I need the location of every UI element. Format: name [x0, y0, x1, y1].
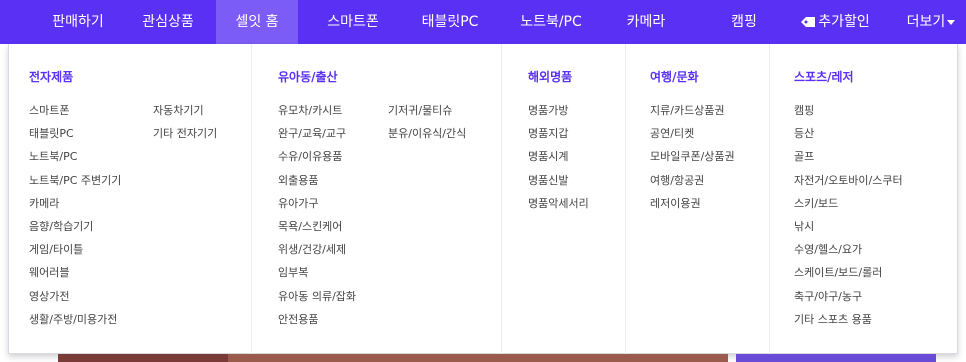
menu-link[interactable]: 웨어러블	[29, 266, 69, 280]
category-mega-menu: 전자제품 스마트폰 태블릿PC 노트북/PC 노트북/PC 주변기기 카메라 음…	[8, 44, 958, 354]
nav-item-favorites[interactable]: 관심상품	[128, 0, 208, 44]
menu-link[interactable]: 골프	[794, 150, 814, 164]
nav-item-more[interactable]: 더보기	[898, 0, 964, 44]
menu-link[interactable]: 기타 스포츠 용품	[794, 313, 872, 327]
menu-link[interactable]: 임부복	[278, 266, 308, 280]
menu-link[interactable]: 목욕/스킨케어	[278, 220, 342, 234]
menu-link[interactable]: 수영/헬스/요가	[794, 243, 862, 257]
nav-item-extra-discount[interactable]: 추가할인	[784, 0, 886, 44]
nav-label: 더보기	[906, 14, 946, 30]
background-banner-image	[228, 354, 728, 362]
menu-link[interactable]: 수유/이유용품	[278, 150, 342, 164]
menu-link[interactable]: 생활/주방/미용가전	[29, 313, 117, 327]
caret-down-icon	[947, 19, 956, 25]
background-banner-image	[736, 354, 936, 362]
menu-link[interactable]: 여행/항공권	[650, 174, 704, 188]
menu-column-electronics: 전자제품 스마트폰 태블릿PC 노트북/PC 노트북/PC 주변기기 카메라 음…	[9, 44, 251, 354]
nav-label: 태블릿PC	[421, 14, 479, 30]
menu-link[interactable]: 기타 전자기기	[153, 127, 217, 141]
nav-label: 노트북/PC	[520, 14, 582, 30]
menu-link[interactable]: 태블릿PC	[29, 127, 74, 141]
menu-link[interactable]: 게임/타이틀	[29, 243, 83, 257]
menu-column-travel: 여행/문화 지류/카드상품권 공연/티켓 모바일쿠폰/상품권 여행/항공권 레저…	[625, 44, 769, 354]
menu-column-title: 해외명품	[528, 70, 573, 84]
nav-item-smartphone[interactable]: 스마트폰	[316, 0, 390, 44]
menu-link[interactable]: 위생/건강/세제	[278, 243, 346, 257]
tag-icon	[801, 17, 816, 27]
menu-column-luxury: 해외명품 명품가방 명품지갑 명품시계 명품신발 명품악세서리	[501, 44, 625, 354]
nav-item-camera[interactable]: 카메라	[616, 0, 676, 44]
menu-link[interactable]: 영상가전	[29, 290, 69, 304]
menu-column-title: 여행/문화	[650, 70, 699, 84]
menu-link[interactable]: 유아동 의류/잡화	[278, 290, 356, 304]
menu-link[interactable]: 명품신발	[528, 174, 568, 188]
nav-label: 추가할인	[818, 14, 870, 30]
menu-link[interactable]: 유아가구	[278, 197, 318, 211]
menu-link[interactable]: 명품가방	[528, 104, 568, 118]
background-banner-image	[58, 354, 228, 362]
menu-column-title: 전자제품	[29, 70, 74, 84]
menu-link[interactable]: 등산	[794, 127, 814, 141]
nav-item-home[interactable]: 셀잇 홈	[216, 0, 298, 44]
nav-item-tablet[interactable]: 태블릿PC	[406, 0, 494, 44]
menu-link[interactable]: 노트북/PC	[29, 150, 77, 164]
menu-link[interactable]: 분유/이유식/간식	[388, 127, 466, 141]
menu-column-title: 스포츠/레저	[794, 70, 854, 84]
nav-label: 관심상품	[142, 14, 194, 30]
menu-link[interactable]: 낚시	[794, 220, 814, 234]
menu-link[interactable]: 명품악세서리	[528, 197, 589, 211]
nav-item-sell[interactable]: 판매하기	[40, 0, 116, 44]
nav-item-laptop[interactable]: 노트북/PC	[506, 0, 596, 44]
nav-label: 판매하기	[52, 14, 104, 30]
menu-link[interactable]: 축구/야구/농구	[794, 290, 862, 304]
menu-link[interactable]: 스키/보드	[794, 197, 838, 211]
menu-link[interactable]: 유모차/카시트	[278, 104, 342, 118]
menu-link[interactable]: 지류/카드상품권	[650, 104, 725, 118]
menu-link[interactable]: 자전거/오토바이/스쿠터	[794, 174, 903, 188]
nav-item-camping[interactable]: 캠핑	[722, 0, 766, 44]
menu-column-sports: 스포츠/레저 캠핑 등산 골프 자전거/오토바이/스쿠터 스키/보드 낚시 수영…	[769, 44, 957, 354]
nav-label: 셀잇 홈	[235, 14, 279, 30]
menu-link[interactable]: 외출용품	[278, 174, 318, 188]
menu-link[interactable]: 스마트폰	[29, 104, 69, 118]
nav-label: 카메라	[626, 14, 666, 30]
menu-link[interactable]: 레저이용권	[650, 197, 701, 211]
menu-link[interactable]: 완구/교육/교구	[278, 127, 346, 141]
menu-link[interactable]: 공연/티켓	[650, 127, 694, 141]
menu-link[interactable]: 카메라	[29, 197, 59, 211]
menu-link[interactable]: 캠핑	[794, 104, 814, 118]
menu-link[interactable]: 명품지갑	[528, 127, 568, 141]
top-nav-bar: 판매하기 관심상품 셀잇 홈 스마트폰 태블릿PC 노트북/PC 카메라 캠핑 …	[0, 0, 966, 44]
menu-link[interactable]: 기저귀/물티슈	[388, 104, 452, 118]
menu-link[interactable]: 모바일쿠폰/상품권	[650, 150, 735, 164]
menu-link[interactable]: 음향/학습기기	[29, 220, 93, 234]
menu-link[interactable]: 스케이트/보드/롤러	[794, 266, 882, 280]
app-window: 판매하기 관심상품 셀잇 홈 스마트폰 태블릿PC 노트북/PC 카메라 캠핑 …	[0, 0, 966, 362]
menu-column-kids: 유아동/출산 유모차/카시트 완구/교육/교구 수유/이유용품 외출용품 유아가…	[251, 44, 501, 354]
menu-link[interactable]: 노트북/PC 주변기기	[29, 174, 121, 188]
menu-link[interactable]: 자동차기기	[153, 104, 204, 118]
menu-column-title: 유아동/출산	[278, 70, 338, 84]
nav-label: 캠핑	[731, 14, 757, 30]
menu-link[interactable]: 명품시계	[528, 150, 568, 164]
menu-link[interactable]: 안전용품	[278, 313, 318, 327]
nav-label: 스마트폰	[327, 14, 379, 30]
